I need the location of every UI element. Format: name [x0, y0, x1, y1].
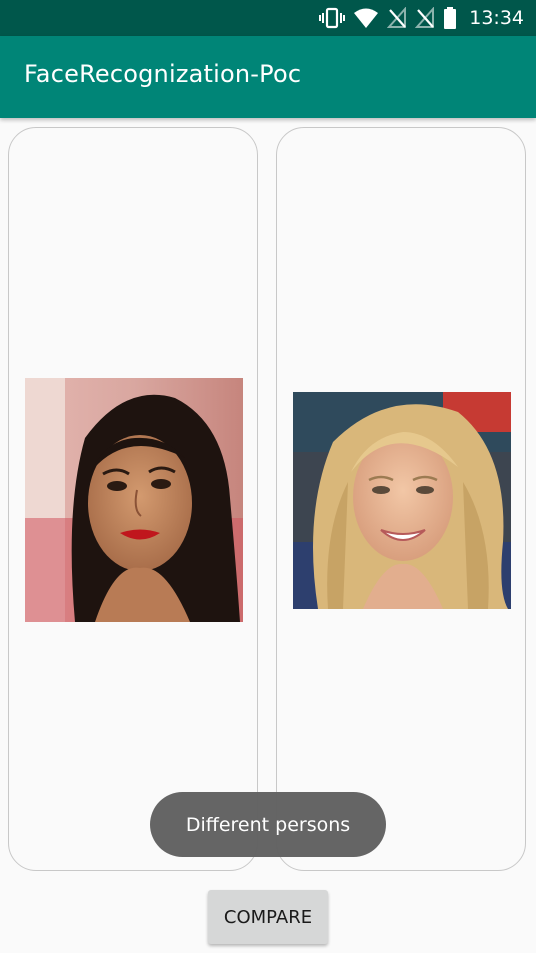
app-title: FaceRecognization-Poc — [24, 60, 302, 88]
status-bar: 13:34 — [0, 0, 536, 36]
no-sim-icon — [415, 7, 435, 29]
no-sim-icon — [387, 7, 407, 29]
compare-button[interactable]: COMPARE — [208, 890, 328, 944]
wifi-icon — [353, 7, 379, 29]
status-time: 13:34 — [469, 7, 524, 29]
right-face-image — [293, 392, 511, 609]
right-image-panel[interactable] — [276, 127, 526, 871]
result-toast: Different persons — [150, 792, 386, 857]
left-face-image — [25, 378, 243, 622]
battery-icon — [443, 7, 457, 29]
screen: 13:34 FaceRecognization-Poc Different pe… — [0, 0, 536, 953]
vibrate-icon — [319, 7, 346, 29]
app-bar: FaceRecognization-Poc — [0, 36, 536, 118]
left-image-panel[interactable] — [8, 127, 258, 871]
status-icons: 13:34 — [319, 6, 524, 30]
